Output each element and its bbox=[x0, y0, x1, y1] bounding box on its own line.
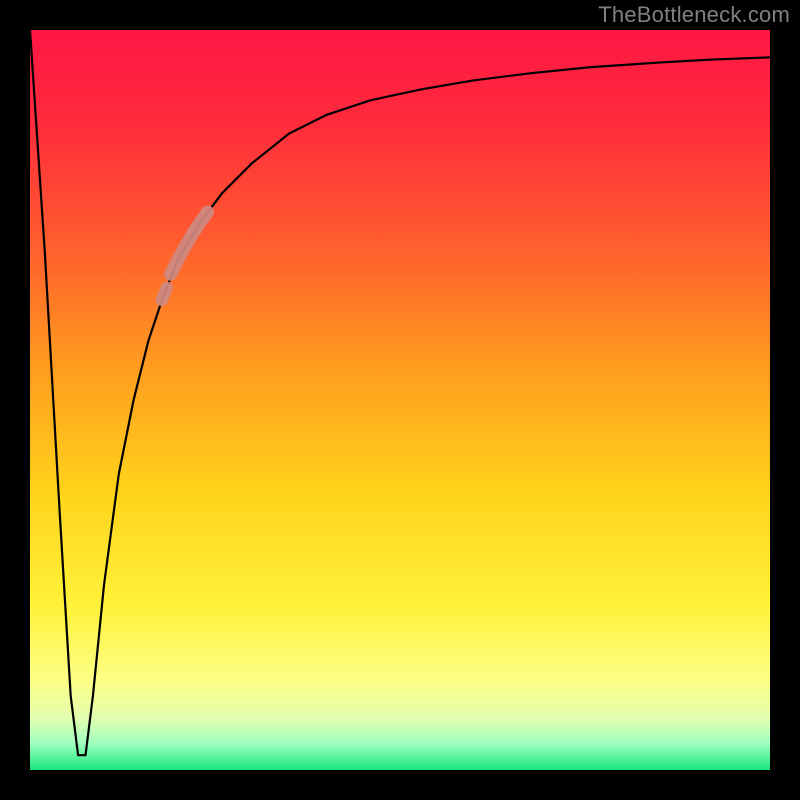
upper-segment bbox=[171, 212, 208, 274]
watermark-text: TheBottleneck.com bbox=[598, 2, 790, 28]
plot-area bbox=[30, 30, 770, 770]
highlight-dots bbox=[162, 212, 208, 300]
lower-dot bbox=[162, 288, 167, 301]
curve-layer bbox=[30, 30, 770, 770]
bottleneck-curve bbox=[30, 30, 770, 755]
chart-frame: TheBottleneck.com bbox=[0, 0, 800, 800]
